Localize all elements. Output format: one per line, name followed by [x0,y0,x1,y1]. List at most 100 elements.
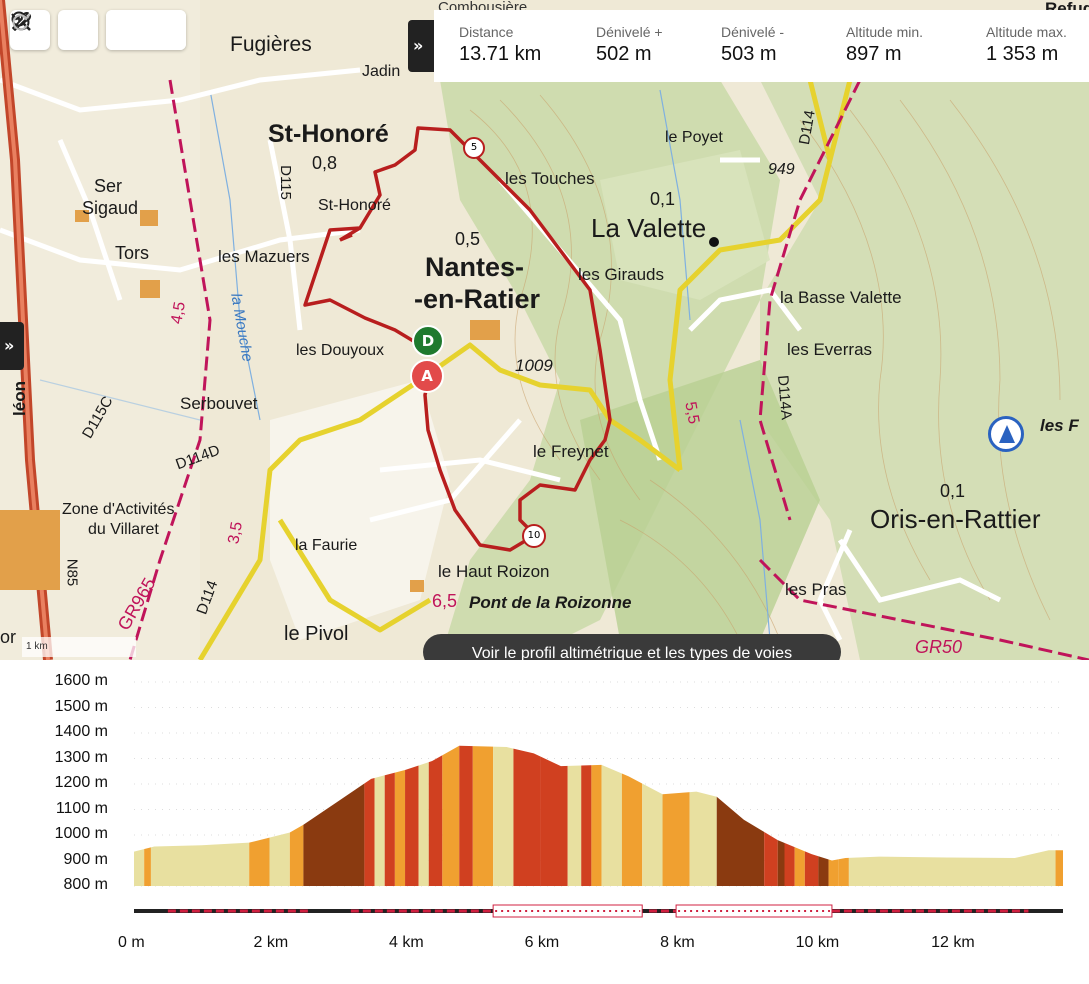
expand-sidebar-button[interactable]: » [0,322,24,370]
place-label: léon [9,381,29,416]
x-tick-label: 0 m [118,934,145,951]
y-tick-label: 1400 m [54,723,108,740]
surface-segment [838,745,849,886]
surface-segment [364,745,375,886]
stat-value: 503 m [721,43,777,65]
population-label: 0,1 [940,481,966,501]
place-label: Sigaud [82,198,139,218]
population-label: 0,8 [312,153,338,173]
route-end-marker[interactable]: A [410,359,444,393]
stat-label: Altitude max. [986,24,1067,40]
x-tick-label: 8 km [660,934,695,951]
altitude-label: 1009 [515,356,553,375]
distance-label: 6,5 [432,591,458,611]
surface-segment [621,745,643,886]
place-label: le Poyet [665,129,723,146]
place-label: la Faurie [295,537,358,554]
x-tick-label: 12 km [931,934,975,951]
trail-label: GR50 [915,637,963,657]
expand-stats-button[interactable]: » [408,20,434,72]
place-label: Nantes- [425,252,525,282]
stat-elevation-gain: Dénivelé + 502 m [571,10,696,82]
place-label: Pont de la Roizonne [469,593,632,612]
location-pin-icon[interactable] [988,416,1024,452]
place-label: le Haut Roizon [438,562,550,581]
x-tick-label: 6 km [524,934,560,951]
place-label: les F [1040,416,1079,435]
stat-label: Altitude min. [846,24,924,40]
road-label: N85 [63,558,81,587]
place-label: les Touches [505,169,595,188]
surface-segment [428,745,443,886]
place-label: le Freynet [533,442,609,461]
surface-segment [689,745,717,886]
stat-elevation-loss: Dénivelé - 503 m [696,10,821,82]
redo-button[interactable] [12,10,186,50]
surface-segment [581,745,592,886]
surface-segment [513,745,541,886]
surface-segment [394,745,406,886]
double-chevron-icon: » [413,36,424,55]
surface-segment [374,745,385,886]
settings-button[interactable] [12,10,98,50]
surface-segment [442,745,460,886]
y-tick-label: 1300 m [54,748,108,766]
x-tick-label: 4 km [389,934,424,951]
elevation-area [134,745,1063,886]
surface-segment [289,745,304,886]
population-label: 0,1 [650,189,676,209]
y-tick-label: 1200 m [54,774,108,791]
surface-segment [249,745,270,886]
x-tick-label: 10 km [795,934,840,951]
elevation-chart [134,681,1063,918]
surface-segment [828,745,839,886]
y-tick-label: 900 m [63,850,108,868]
place-label: La Valette [591,213,707,243]
map-view[interactable]: Fugières Jadin Combousière St-Honoré 0,8… [0,0,1089,660]
map-scale: 1 km [22,637,136,657]
surface-segment [1055,745,1063,886]
stat-value: 897 m [846,43,902,65]
y-tick-label: 1600 m [54,672,108,689]
gr-segment [675,904,833,918]
stat-distance: Distance 13.71 km [434,10,571,82]
stat-value: 13.71 km [459,43,542,65]
map-toolbar [10,10,186,50]
show-profile-button[interactable]: Voir le profil altimétrique et les types… [423,634,841,660]
y-tick-label: 800 m [63,876,108,893]
y-tick-label: 1000 m [54,825,108,842]
place-label: Tors [115,243,150,263]
place-label: or [0,627,17,647]
surface-segment [384,745,395,886]
undo-button[interactable] [11,10,146,50]
road-label: D114A [773,374,795,421]
redo-icon [12,13,31,31]
surface-segment [591,745,602,886]
surface-segment [540,745,568,886]
population-label: 0,5 [455,229,481,249]
route-stats-panel: Distance 13.71 km Dénivelé + 502 m Dénivel… [434,10,1089,82]
surface-segment [764,745,778,886]
place-label: Ser [94,176,123,196]
topo-map-canvas [0,0,1089,660]
place-label: les Mazuers [218,247,310,266]
surface-segment [269,745,290,886]
km-marker[interactable]: 10 [522,524,546,548]
surface-segment [459,745,473,886]
place-label: St-Honoré [318,197,391,214]
place-label: Jadin [362,63,401,80]
elevation-profile[interactable]: 1600 m 1500 m 1400 m 1300 m 1200 m 1100 m 1000… [0,660,1089,980]
place-label: -en-Ratier [414,284,541,314]
place-label: le Pivol [284,623,349,645]
surface-segment [418,745,429,886]
surface-segment [144,745,151,886]
double-chevron-icon: » [4,336,15,355]
stat-value: 1 353 m [986,43,1059,65]
stat-label: Dénivelé + [596,24,663,40]
route-start-marker[interactable]: D [412,325,444,357]
place-label: Zone d'Activités [62,501,175,518]
stat-altitude-min: Altitude min. 897 m [821,10,961,82]
km-marker[interactable]: 5 [463,137,485,159]
place-label: les Girauds [578,265,664,284]
stat-altitude-max: Altitude max. 1 353 m [961,10,1086,82]
